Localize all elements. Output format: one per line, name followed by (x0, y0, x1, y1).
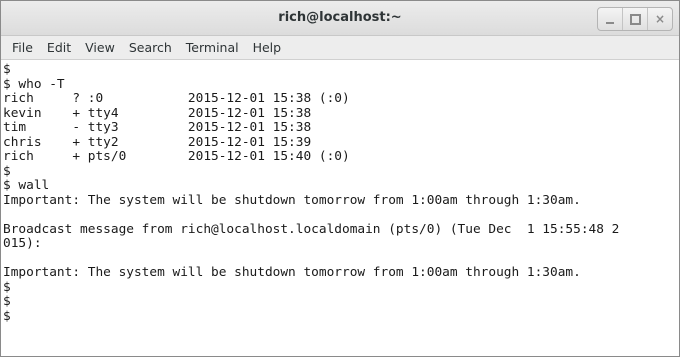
menu-help[interactable]: Help (246, 36, 289, 60)
close-icon: × (654, 12, 666, 26)
terminal-line: kevin + tty4 2015-12-01 15:38 (3, 105, 312, 121)
menu-terminal[interactable]: Terminal (179, 36, 246, 60)
terminal-output[interactable]: $ $ who -T rich ? :0 2015-12-01 15:38 (:… (1, 61, 679, 356)
terminal-line: Broadcast message from rich@localhost.lo… (3, 221, 620, 237)
menu-view[interactable]: View (78, 36, 122, 60)
close-button[interactable]: × (647, 8, 672, 30)
terminal-line: $ (3, 62, 11, 77)
minimize-icon (606, 21, 614, 24)
maximize-icon (629, 13, 641, 25)
terminal-window: rich@localhost:~ × File Edit View Search… (0, 0, 680, 357)
terminal-line: rich + pts/0 2015-12-01 15:40 (:0) (3, 149, 350, 164)
terminal-line: $ (3, 279, 11, 295)
window-controls: × (597, 7, 673, 31)
terminal-line: 015): (3, 236, 42, 251)
terminal-line: tim - tty3 2015-12-01 15:38 (3, 120, 312, 135)
terminal-line: chris + tty2 2015-12-01 15:39 (3, 134, 312, 150)
maximize-button[interactable] (622, 8, 647, 30)
window-title: rich@localhost:~ (278, 10, 402, 25)
terminal-line: Important: The system will be shutdown t… (3, 192, 581, 208)
terminal-line: $ (3, 308, 11, 324)
terminal-line: $ (3, 163, 11, 179)
minimize-button[interactable] (598, 8, 622, 30)
terminal-line: rich ? :0 2015-12-01 15:38 (:0) (3, 91, 350, 106)
menu-bar: File Edit View Search Terminal Help (1, 36, 679, 60)
terminal-line: Important: The system will be shutdown t… (3, 265, 581, 280)
menu-edit[interactable]: Edit (40, 36, 78, 60)
terminal-line: $ (3, 294, 11, 309)
menu-search[interactable]: Search (122, 36, 179, 60)
terminal-line: $ wall (3, 178, 50, 193)
terminal-line: $ who -T (3, 76, 65, 92)
title-bar[interactable]: rich@localhost:~ × (1, 1, 679, 36)
menu-file[interactable]: File (5, 36, 40, 60)
